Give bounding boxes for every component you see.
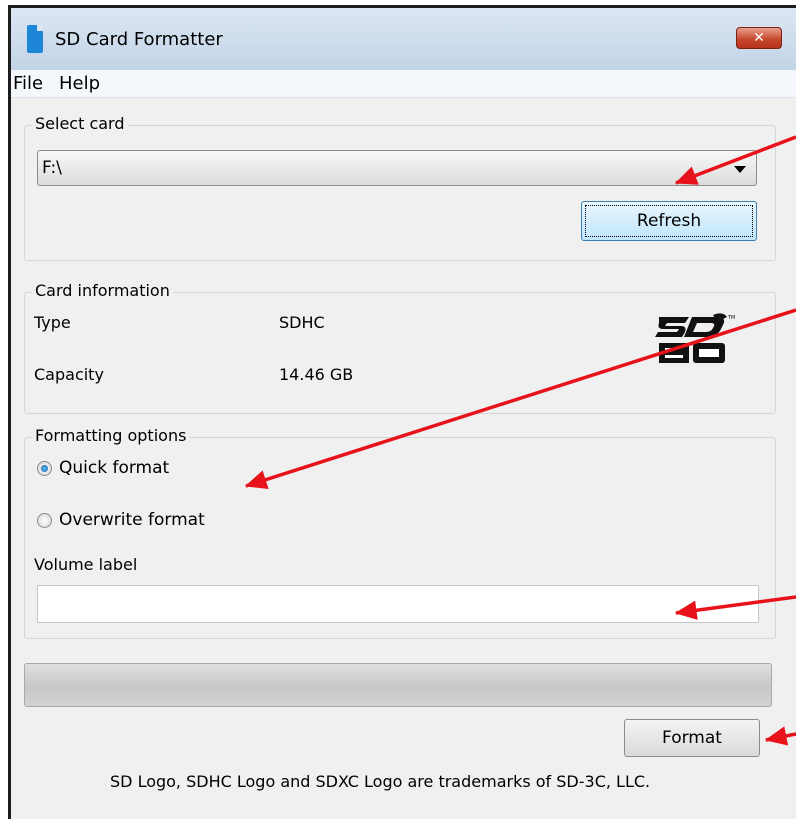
volume-label-input[interactable] [37,585,759,623]
card-select-dropdown[interactable]: F:\ [37,150,757,186]
sd-card-app-icon [27,25,43,53]
overwrite-format-radio[interactable] [37,512,52,528]
overwrite-format-option[interactable]: Overwrite format [37,510,205,530]
trademark-notice: SD Logo, SDHC Logo and SDXC Logo are tra… [110,772,651,791]
menu-file[interactable]: File [13,73,43,94]
capacity-value: 14.46 GB [279,365,354,384]
refresh-button[interactable]: Refresh [581,201,757,241]
quick-format-label[interactable]: Quick format [59,458,169,478]
progress-bar [24,663,772,707]
formatting-options-title: Formatting options [32,426,190,445]
card-information-group: Card information Type SDHC Capacity 14.4… [24,281,776,414]
quick-format-option[interactable]: Quick format [37,458,169,478]
window-title: SD Card Formatter [55,29,223,50]
volume-label-title: Volume label [34,555,138,574]
sdhc-logo-icon: TM [655,313,735,363]
card-information-title: Card information [32,281,173,300]
dropdown-value: F:\ [42,158,62,178]
format-button[interactable]: Format [624,719,760,757]
type-label: Type [34,313,71,332]
overwrite-format-label[interactable]: Overwrite format [59,510,205,530]
menu-bar: File Help [11,70,796,98]
menu-help[interactable]: Help [59,73,100,94]
refresh-button-label: Refresh [636,211,702,231]
svg-text:TM: TM [727,315,735,321]
type-value: SDHC [279,313,325,332]
chevron-down-icon[interactable] [734,166,746,173]
quick-format-radio[interactable] [37,460,52,476]
title-bar[interactable]: SD Card Formatter ✕ [11,8,796,70]
select-card-title: Select card [32,114,128,133]
select-card-group: Select card F:\ Refresh [24,114,776,261]
formatting-options-group: Formatting options Quick format Overwrit… [24,426,776,639]
close-button[interactable]: ✕ [736,27,782,49]
capacity-label: Capacity [34,365,104,384]
